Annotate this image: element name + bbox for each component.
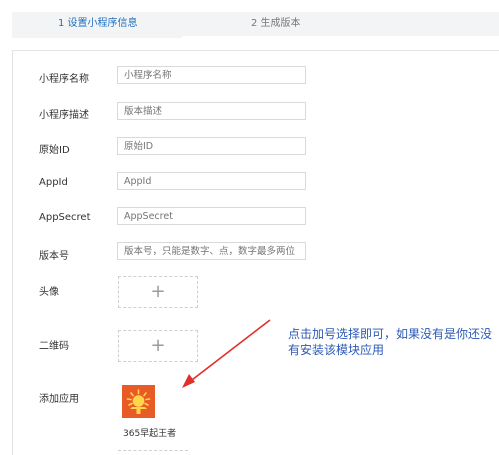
qrcode-label: 二维码 <box>39 341 69 352</box>
avatar-label: 头像 <box>39 287 59 298</box>
step-1-tab[interactable]: 1 设置小程序信息 <box>58 18 138 30</box>
name-input[interactable] <box>117 66 306 84</box>
name-label: 小程序名称 <box>39 74 89 85</box>
description-input[interactable] <box>117 102 306 120</box>
app-divider <box>118 450 188 452</box>
sunrise-icon-graphic <box>122 385 155 418</box>
annotation-text: 点击加号选择即可，如果没有是你还没有安装该模块应用 <box>288 327 493 357</box>
plus-icon: + <box>150 335 166 356</box>
qrcode-upload-button[interactable]: + <box>118 330 198 362</box>
add-app-label: 添加应用 <box>39 394 79 405</box>
app-name: 365早起王者 <box>123 429 177 439</box>
version-input[interactable] <box>117 242 306 260</box>
origin-id-input[interactable] <box>117 137 306 155</box>
step-2-tab[interactable]: 2 生成版本 <box>251 18 301 30</box>
plus-icon: + <box>150 281 166 302</box>
step-divider <box>12 36 182 38</box>
step-bar: 1 设置小程序信息 2 生成版本 <box>12 12 499 36</box>
appsecret-label: AppSecret <box>39 212 91 223</box>
sunrise-icon[interactable] <box>122 385 155 418</box>
appid-input[interactable] <box>117 172 306 190</box>
description-label: 小程序描述 <box>39 110 89 121</box>
avatar-upload-button[interactable]: + <box>118 276 198 308</box>
appid-label: AppId <box>39 177 68 188</box>
appsecret-input[interactable] <box>117 207 306 225</box>
version-label: 版本号 <box>39 251 69 262</box>
origin-id-label: 原始ID <box>39 145 70 156</box>
